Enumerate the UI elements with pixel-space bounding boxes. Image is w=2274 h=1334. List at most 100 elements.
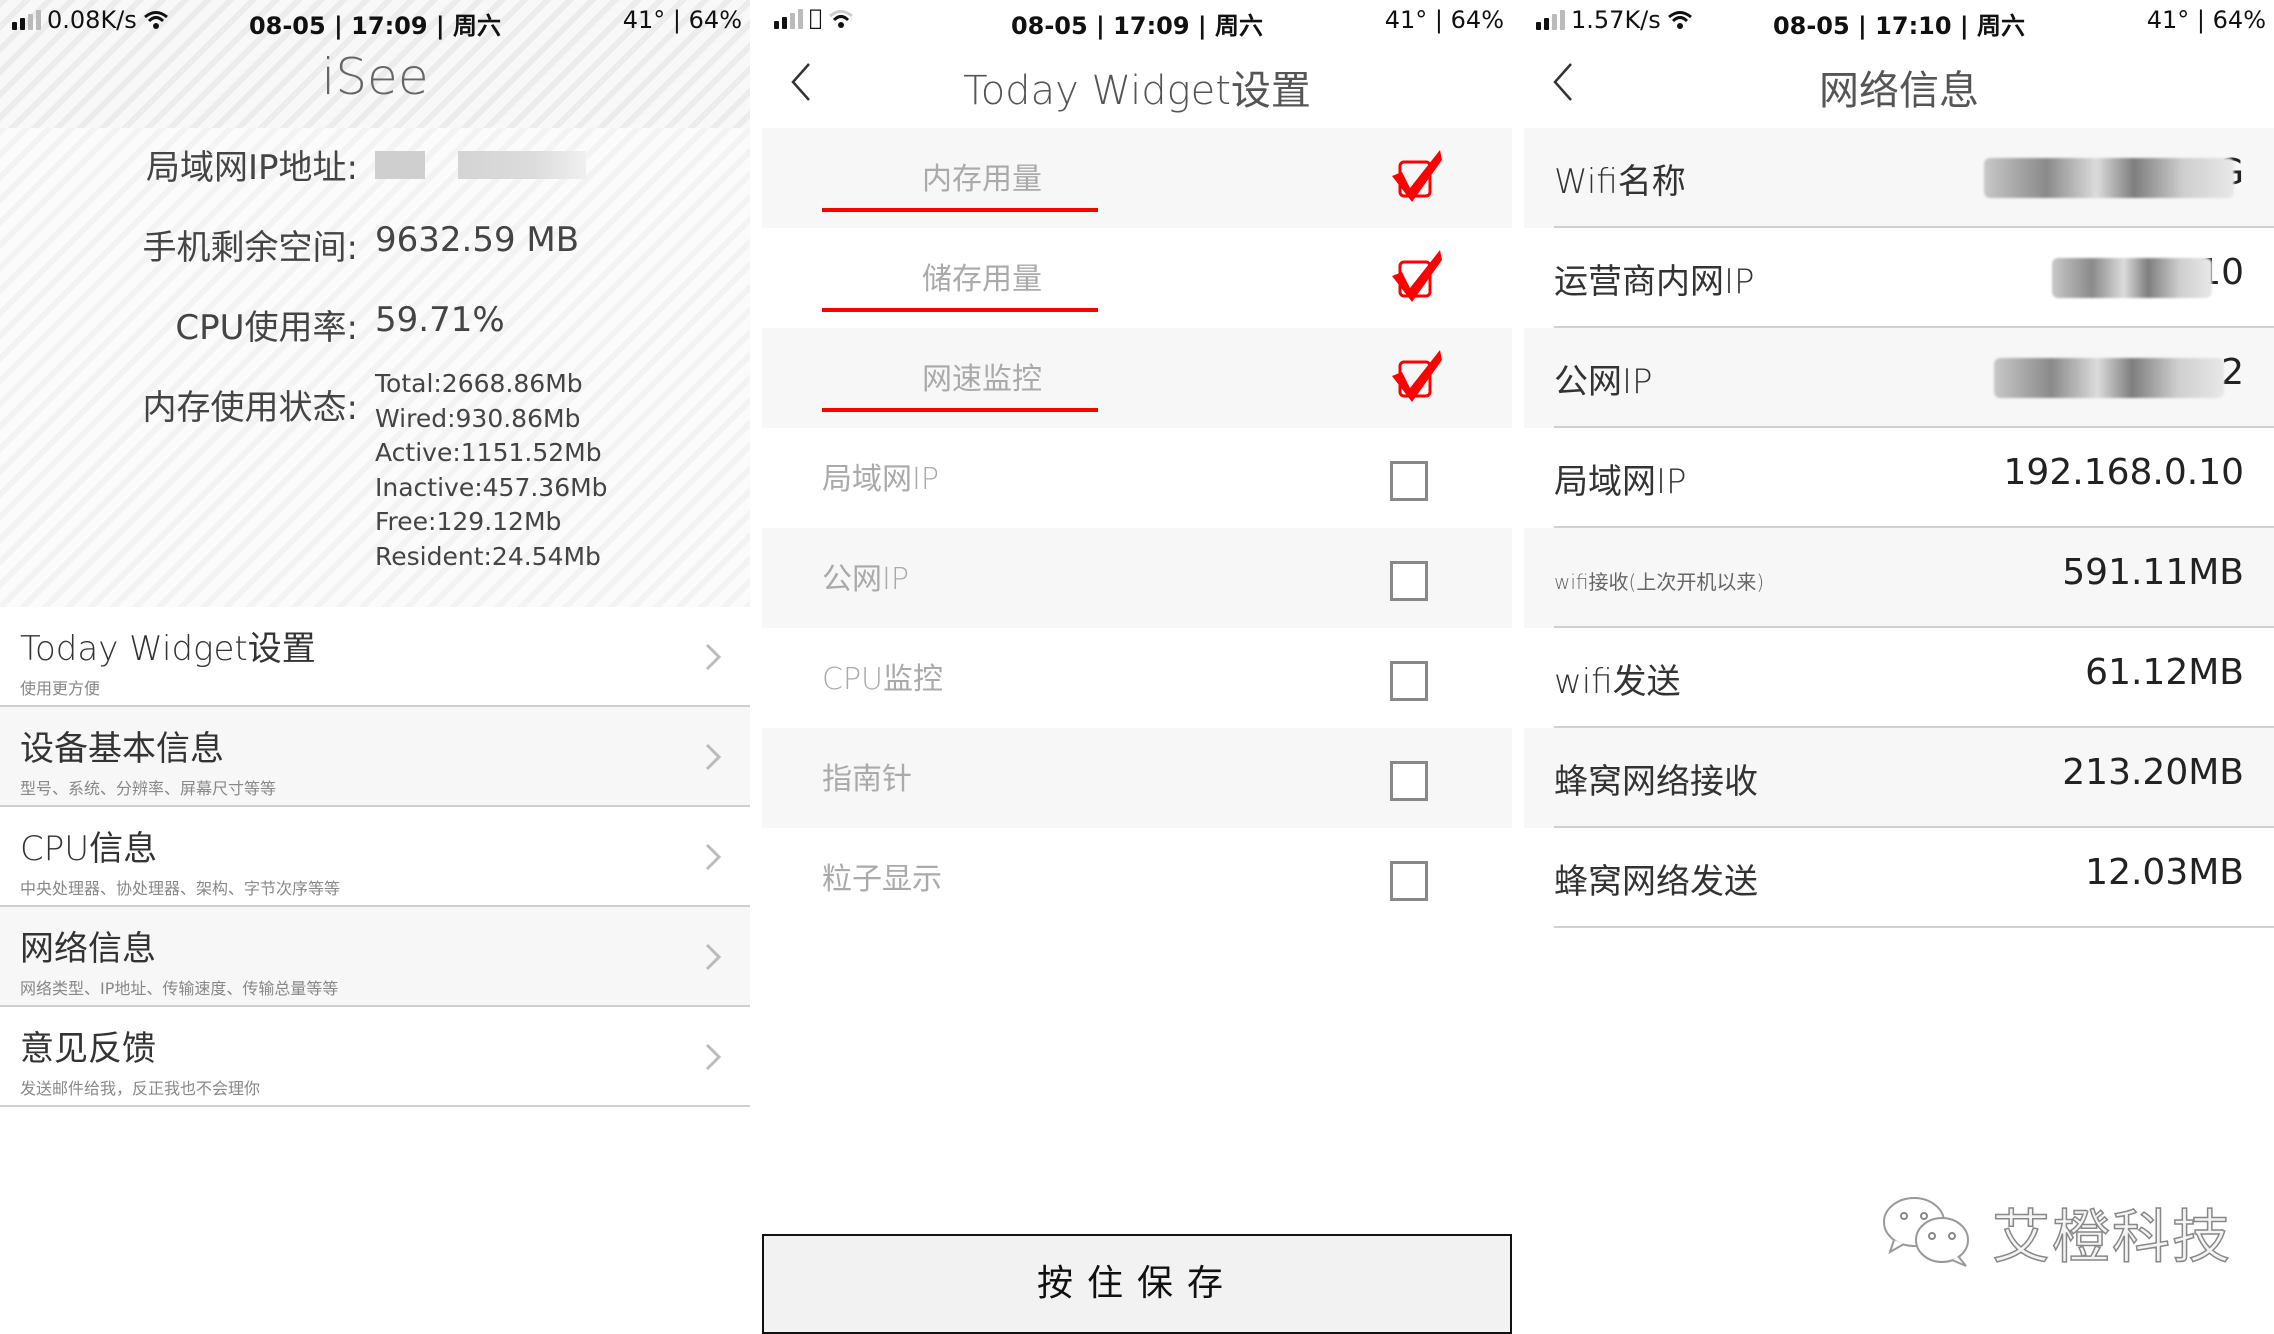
- widget-option-label: CPU监控: [822, 662, 943, 697]
- network-info-label: 蜂窝网络接收: [1554, 762, 1758, 802]
- redacted-value-mask: [2052, 258, 2212, 298]
- home-screen: 0.08K/s 08-05 | 17:09 | 周六 41° | 64% iSe…: [0, 0, 750, 1334]
- menu-item-title: 意见反馈: [20, 1029, 156, 1069]
- network-info-row: wifi发送 61.12MB: [1524, 628, 2274, 728]
- menu-item-network-info[interactable]: 网络信息 网络类型、IP地址、传输速度、传输总量等等: [0, 907, 750, 1007]
- chevron-right-icon: [705, 643, 722, 671]
- watermark-text: 艾橙科技: [1991, 1202, 2233, 1272]
- chevron-right-icon: [705, 943, 722, 971]
- lan-ip-value-redacted: [375, 148, 586, 188]
- widget-option-row[interactable]: 网速监控: [762, 328, 1512, 428]
- status-bar: 1.57K/s 08-05 | 17:10 | 周六 41° | 64%: [1524, 0, 2274, 42]
- app-title: iSee: [321, 48, 429, 106]
- checkbox-unchecked[interactable]: [1390, 561, 1428, 601]
- network-info-row: 蜂窝网络发送 12.03MB: [1524, 828, 2274, 928]
- network-info-label: wifi接收(上次开机以来): [1554, 570, 1765, 594]
- memory-stats: Total:2668.86Mb Wired:930.86Mb Active:11…: [375, 367, 608, 574]
- row-divider: [1554, 926, 2274, 928]
- network-info-row: 蜂窝网络接收 213.20MB: [1524, 728, 2274, 828]
- redacted-value-mask: [1984, 158, 2234, 198]
- checkbox-unchecked[interactable]: [1390, 461, 1428, 501]
- watermark: 艾橙科技: [1880, 1190, 2232, 1274]
- widget-option-label: 内存用量: [922, 162, 1042, 197]
- menu-item-title: Today Widget设置: [20, 629, 316, 669]
- menu-item-feedback[interactable]: 意见反馈 发送邮件给我，反正我也不会理你: [0, 1007, 750, 1107]
- widget-option-label: 指南针: [822, 762, 912, 797]
- checkbox-checked-icon[interactable]: [1390, 246, 1446, 306]
- memory-inactive: Inactive:457.36Mb: [375, 472, 608, 502]
- memory-resident: Resident:24.54Mb: [375, 541, 601, 571]
- checkbox-checked-icon[interactable]: [1390, 146, 1446, 206]
- chevron-right-icon: [705, 743, 722, 771]
- checkbox-checked-icon[interactable]: [1390, 346, 1446, 406]
- network-info-row: Wifi名称G: [1524, 128, 2274, 228]
- menu-item-title: 网络信息: [20, 929, 156, 969]
- memory-status-label: 内存使用状态:: [142, 388, 358, 428]
- widget-option-row[interactable]: 指南针: [762, 728, 1512, 828]
- widget-option-row[interactable]: CPU监控: [762, 628, 1512, 728]
- network-info-row: wifi接收(上次开机以来) 591.11MB: [1524, 528, 2274, 628]
- checkbox-unchecked[interactable]: [1390, 861, 1428, 901]
- network-info-value: 213.20MB: [2062, 752, 2244, 793]
- menu-item-today-widget[interactable]: Today Widget设置 使用更方便: [0, 607, 750, 707]
- menu-item-title: 设备基本信息: [20, 729, 224, 769]
- widget-option-label: 网速监控: [922, 362, 1042, 397]
- widget-option-row[interactable]: 内存用量: [762, 128, 1512, 228]
- widget-option-row[interactable]: 粒子显示: [762, 828, 1512, 928]
- nav-bar: Today Widget设置: [762, 42, 1512, 128]
- network-info-label: 公网IP: [1554, 362, 1653, 402]
- page-title: Today Widget设置: [963, 68, 1311, 114]
- widget-option-label: 储存用量: [922, 262, 1042, 297]
- widget-option-row[interactable]: 公网IP: [762, 528, 1512, 628]
- network-info-label: wifi发送: [1554, 662, 1681, 702]
- widget-option-row[interactable]: 储存用量: [762, 228, 1512, 328]
- widget-option-label: 公网IP: [822, 562, 909, 597]
- network-info-label: 局域网IP: [1554, 462, 1687, 502]
- lan-ip-label: 局域网IP地址:: [146, 148, 358, 188]
- widget-settings-screen:  08-05 | 17:09 | 周六 41° | 64% Today Wid…: [762, 0, 1512, 1334]
- cpu-usage-label: CPU使用率:: [175, 308, 358, 348]
- widget-option-row[interactable]: 局域网IP: [762, 428, 1512, 528]
- page-title: 网络信息: [1819, 68, 1979, 114]
- network-info-value: 12.03MB: [2085, 852, 2244, 893]
- menu-item-subtitle: 使用更方便: [20, 679, 101, 698]
- checkbox-unchecked[interactable]: [1390, 761, 1428, 801]
- widget-option-label: 局域网IP: [822, 462, 939, 497]
- chevron-right-icon: [705, 843, 722, 871]
- network-info-row: 局域网IP 192.168.0.10: [1524, 428, 2274, 528]
- menu-item-subtitle: 发送邮件给我，反正我也不会理你: [20, 1079, 261, 1098]
- menu-item-subtitle: 网络类型、IP地址、传输速度、传输总量等等: [20, 979, 339, 998]
- widget-option-label: 粒子显示: [822, 862, 942, 897]
- network-info-label: Wifi名称: [1554, 162, 1686, 202]
- network-info-label: 运营商内网IP: [1554, 262, 1755, 302]
- status-bar: 0.08K/s 08-05 | 17:09 | 周六 41° | 64%: [0, 0, 750, 42]
- free-space-value: 9632.59 MB: [375, 220, 580, 260]
- menu-item-cpu-info[interactable]: CPU信息 中央处理器、协处理器、架构、字节次序等等: [0, 807, 750, 907]
- menu-item-device-info[interactable]: 设备基本信息 型号、系统、分辨率、屏幕尺寸等等: [0, 707, 750, 807]
- status-temp-battery: 41° | 64%: [622, 6, 742, 34]
- memory-active: Active:1151.52Mb: [375, 438, 602, 467]
- network-info-screen: 1.57K/s 08-05 | 17:10 | 周六 41° | 64% 网络信…: [1524, 0, 2274, 1334]
- save-button[interactable]: 按住保存: [762, 1234, 1512, 1334]
- free-space-label: 手机剩余空间:: [142, 228, 358, 268]
- status-temp-battery: 41° | 64%: [1384, 6, 1504, 34]
- network-info-row: 公网IP 2: [1524, 328, 2274, 428]
- nav-bar: 网络信息: [1524, 42, 2274, 128]
- selected-underline: [822, 208, 1098, 212]
- status-temp-battery: 41° | 64%: [2146, 6, 2266, 34]
- network-info-value: 61.12MB: [2085, 652, 2244, 693]
- checkbox-unchecked[interactable]: [1390, 661, 1428, 701]
- redacted-value-mask: [1994, 358, 2224, 398]
- network-info-label: 蜂窝网络发送: [1554, 862, 1758, 902]
- cpu-usage-value: 59.71%: [375, 300, 505, 340]
- memory-wired: Wired:930.86Mb: [375, 403, 581, 433]
- memory-free: Free:129.12Mb: [375, 507, 562, 536]
- menu-item-subtitle: 型号、系统、分辨率、屏幕尺寸等等: [20, 779, 277, 798]
- selected-underline: [822, 408, 1098, 412]
- selected-underline: [822, 308, 1098, 312]
- memory-total: Total:2668.86Mb: [375, 369, 583, 398]
- menu-item-title: CPU信息: [20, 829, 158, 869]
- network-info-row: 运营商内网IP 10: [1524, 228, 2274, 328]
- network-info-value: 192.168.0.10: [2003, 452, 2244, 493]
- network-info-value: 591.11MB: [2062, 552, 2244, 593]
